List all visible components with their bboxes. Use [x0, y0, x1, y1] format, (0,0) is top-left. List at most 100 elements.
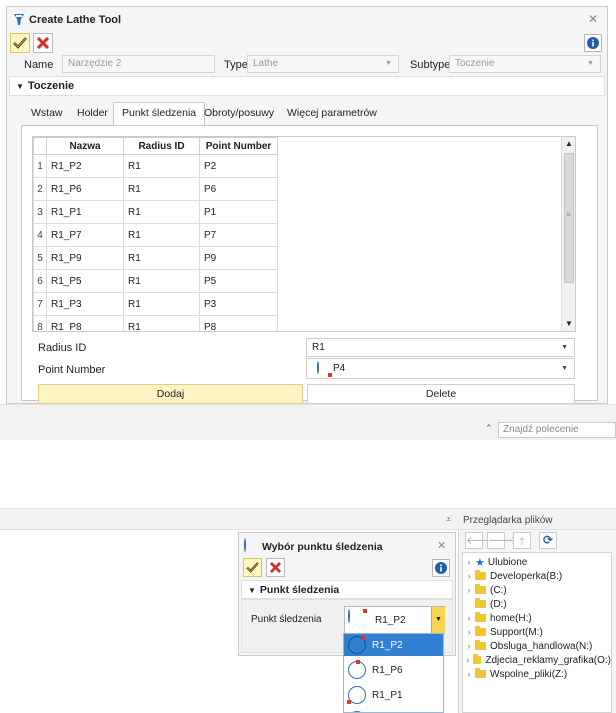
chevron-right-icon[interactable]: › — [463, 655, 473, 665]
file-browser-tree: › ★ Ulubione › Developerka(B:) › (C:) (D… — [462, 552, 612, 713]
chevron-down-icon: ▼ — [561, 365, 568, 372]
tracking-point-circle-icon — [317, 361, 332, 377]
checkmark-icon — [246, 562, 259, 573]
column-header-nazwa[interactable]: Nazwa — [46, 137, 124, 155]
tree-item-ulubione[interactable]: › ★ Ulubione — [463, 555, 611, 569]
dropdown-option-partial[interactable] — [344, 709, 443, 712]
folder-icon — [475, 640, 486, 650]
scrollbar-thumb[interactable]: ≡ — [564, 153, 574, 283]
scroll-up-icon[interactable]: ▲ — [565, 139, 573, 148]
tree-item-drive[interactable]: › home(H:) — [463, 611, 611, 625]
info-button[interactable] — [432, 559, 450, 577]
command-search-input[interactable]: Znajdź polecenie — [498, 422, 616, 438]
tracking-point-dropdown-list: R1_P2 R1_P6 R1_P1 — [343, 633, 444, 713]
dropdown-option[interactable]: R1_P6 — [344, 659, 443, 681]
chevron-right-icon[interactable]: › — [463, 571, 475, 581]
section-title: Toczenie — [27, 80, 75, 92]
collapse-triangle-icon: ▼ — [248, 586, 256, 595]
cancel-button[interactable] — [33, 33, 53, 53]
type-select-value: Lathe — [253, 58, 279, 69]
close-icon[interactable]: ✕ — [588, 12, 598, 26]
info-icon — [435, 562, 447, 574]
point-number-value: P4 — [333, 363, 346, 374]
tracking-point-circle-icon — [348, 609, 367, 623]
cancel-button[interactable] — [266, 558, 285, 577]
tracking-dialog-title: Wybór punktu śledzenia — [262, 541, 383, 553]
refresh-button[interactable]: ⟳ — [539, 532, 557, 549]
tracking-point-select[interactable]: R1_P2 ▼ — [344, 606, 445, 634]
confirm-button[interactable] — [10, 33, 30, 53]
tree-item-drive[interactable]: › Support(M:) — [463, 625, 611, 639]
chevron-right-icon[interactable]: › — [463, 669, 475, 679]
dropdown-option[interactable]: R1_P2 — [344, 634, 443, 656]
subtype-select[interactable]: Toczenie ▼ — [449, 55, 601, 73]
forward-arrow-button[interactable]: 🡒 — [487, 532, 518, 549]
tree-item-drive[interactable]: › Zdjecia_reklamy_grafika(O:) — [463, 653, 611, 667]
panel-menu-icon[interactable]: ⩡ — [446, 514, 451, 525]
table-row[interactable]: 1 R1_P2 R1 P2 — [33, 154, 278, 178]
section-header-punkt-sledzenia[interactable]: ▼ Punkt śledzenia — [241, 580, 453, 599]
dropdown-option[interactable]: R1_P1 — [344, 684, 443, 706]
table-header-row: Nazwa Radius ID Point Number — [33, 137, 278, 155]
table-scrollbar[interactable]: ▲ ≡ ▼ — [561, 137, 575, 331]
up-arrow-button[interactable]: 🡑 — [513, 532, 531, 549]
cross-icon — [37, 37, 49, 49]
table: Nazwa Radius ID Point Number 1 R1_P2 R1 P2 … — [33, 137, 278, 331]
dropdown-arrow-button[interactable]: ▼ — [431, 607, 445, 633]
tree-item-drive[interactable]: › Obsluga_handlowa(N:) — [463, 639, 611, 653]
tab-holder[interactable]: Holder — [69, 103, 116, 125]
tree-item-drive[interactable]: (D:) — [463, 597, 611, 611]
chevron-right-icon[interactable]: › — [463, 585, 475, 595]
lathe-tool-icon — [13, 13, 25, 29]
delete-button[interactable]: Delete — [307, 384, 575, 404]
tab-wiecej-parametrow[interactable]: Więcej parametrów — [279, 103, 385, 125]
table-row[interactable]: 7 R1_P3 R1 P3 — [33, 292, 278, 316]
chevron-down-icon: ▼ — [561, 344, 568, 351]
radius-id-select[interactable]: R1 ▼ — [306, 338, 575, 357]
back-arrow-button[interactable]: 🡐 — [465, 532, 496, 549]
tree-item-drive[interactable]: › Developerka(B:) — [463, 569, 611, 583]
chevron-right-icon[interactable]: › — [463, 627, 475, 637]
name-field[interactable]: Narzędzie 2 — [62, 55, 215, 73]
collapse-triangle-icon: ▼ — [16, 82, 24, 91]
search-placeholder: Znajdź polecenie — [503, 424, 579, 435]
folder-icon — [472, 654, 482, 664]
chevron-right-icon[interactable]: › — [463, 557, 475, 567]
table-row[interactable]: 2 R1_P6 R1 P6 — [33, 177, 278, 201]
confirm-button[interactable] — [243, 558, 262, 577]
point-number-select[interactable]: P4 ▼ — [306, 358, 575, 379]
tracking-point-selected-value: R1_P2 — [375, 615, 406, 626]
section-header-toczenie[interactable]: ▼ Toczenie — [9, 76, 605, 96]
checkmark-icon — [13, 37, 27, 49]
chevron-down-icon: ▼ — [385, 60, 392, 67]
column-header-radius-id[interactable]: Radius ID — [123, 137, 200, 155]
tracking-point-label: Punkt śledzenia — [251, 614, 322, 625]
tree-item-drive[interactable]: › Wspolne_pliki(Z:) — [463, 667, 611, 681]
folder-icon — [475, 570, 486, 580]
point-number-label: Point Number — [38, 364, 106, 376]
chevron-right-icon[interactable]: › — [463, 613, 475, 623]
info-button[interactable] — [584, 34, 602, 52]
radius-id-label: Radius ID — [38, 342, 87, 354]
folder-icon — [475, 626, 486, 636]
tab-punkt-sledzenia[interactable]: Punkt śledzenia — [113, 102, 206, 125]
close-icon[interactable]: ✕ — [437, 539, 446, 552]
folder-icon — [475, 598, 486, 608]
expand-up-icon[interactable]: ⌃ — [485, 423, 493, 434]
folder-icon — [475, 584, 486, 594]
table-row[interactable]: 4 R1_P7 R1 P7 — [33, 223, 278, 247]
scroll-down-icon[interactable]: ▼ — [565, 319, 573, 328]
table-row[interactable]: 8 R1_P8 R1 P8 — [33, 315, 278, 331]
column-header-point-number[interactable]: Point Number — [199, 137, 278, 155]
table-row[interactable]: 3 R1_P1 R1 P1 — [33, 200, 278, 224]
table-row[interactable]: 6 R1_P5 R1 P5 — [33, 269, 278, 293]
tree-item-drive[interactable]: › (C:) — [463, 583, 611, 597]
add-button[interactable]: Dodaj — [38, 384, 303, 404]
panel-header-strip: ⩡ Przeglądarka plików — [0, 508, 616, 530]
table-row[interactable]: 5 R1_P9 R1 P9 — [33, 246, 278, 270]
tab-wstaw[interactable]: Wstaw — [23, 103, 71, 125]
chevron-right-icon[interactable]: › — [463, 641, 475, 651]
tab-obroty-posuwy[interactable]: Obroty/posuwy — [196, 103, 282, 125]
type-select[interactable]: Lathe ▼ — [247, 55, 399, 73]
row-number-header — [33, 137, 47, 155]
